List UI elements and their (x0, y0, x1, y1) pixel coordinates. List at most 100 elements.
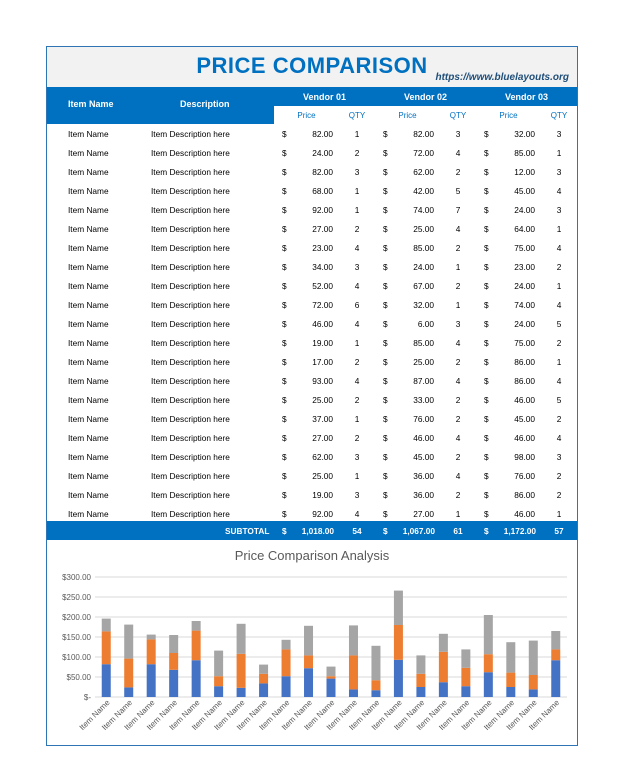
item-name-cell[interactable]: Item Name (47, 200, 137, 219)
v3-qty-cell[interactable]: 4 (541, 238, 577, 257)
v3-qty-cell[interactable]: 2 (541, 333, 577, 352)
v3-qty-cell[interactable]: 4 (541, 181, 577, 200)
item-name-cell[interactable]: Item Name (47, 447, 137, 466)
v1-qty-cell[interactable]: 1 (339, 181, 375, 200)
v3-qty-cell[interactable]: 1 (541, 219, 577, 238)
item-name-cell[interactable]: Item Name (47, 466, 137, 485)
item-description-cell[interactable]: Item Description here (137, 219, 274, 238)
v1-price-cell[interactable]: 82.00 (294, 162, 339, 181)
v3-currency-cell[interactable]: $ (476, 162, 496, 181)
v1-currency-cell[interactable]: $ (274, 295, 294, 314)
v1-price-cell[interactable]: 93.00 (294, 371, 339, 390)
v2-price-cell[interactable]: 24.00 (395, 257, 440, 276)
v1-currency-cell[interactable]: $ (274, 181, 294, 200)
v1-price-cell[interactable]: 27.00 (294, 428, 339, 447)
v1-price-cell[interactable]: 19.00 (294, 333, 339, 352)
v3-qty-cell[interactable]: 2 (541, 409, 577, 428)
v2-qty-cell[interactable]: 2 (440, 390, 476, 409)
v2-qty-cell[interactable]: 4 (440, 428, 476, 447)
item-name-cell[interactable]: Item Name (47, 124, 137, 143)
v3-currency-cell[interactable]: $ (476, 295, 496, 314)
v1-qty-cell[interactable]: 4 (339, 276, 375, 295)
v1-price-cell[interactable]: 72.00 (294, 295, 339, 314)
v3-currency-cell[interactable]: $ (476, 124, 496, 143)
v3-currency-cell[interactable]: $ (476, 219, 496, 238)
v3-qty-cell[interactable]: 3 (541, 124, 577, 143)
v2-qty-cell[interactable]: 3 (440, 314, 476, 333)
v1-price-cell[interactable]: 25.00 (294, 390, 339, 409)
v1-price-cell[interactable]: 19.00 (294, 485, 339, 504)
item-description-cell[interactable]: Item Description here (137, 124, 274, 143)
v2-qty-cell[interactable]: 4 (440, 219, 476, 238)
v3-price-cell[interactable]: 24.00 (496, 314, 541, 333)
v3-price-cell[interactable]: 75.00 (496, 333, 541, 352)
v3-qty-cell[interactable]: 3 (541, 200, 577, 219)
item-description-cell[interactable]: Item Description here (137, 447, 274, 466)
v1-price-cell[interactable]: 37.00 (294, 409, 339, 428)
item-name-cell[interactable]: Item Name (47, 428, 137, 447)
item-name-cell[interactable]: Item Name (47, 295, 137, 314)
v1-currency-cell[interactable]: $ (274, 466, 294, 485)
v1-qty-cell[interactable]: 2 (339, 143, 375, 162)
v1-currency-cell[interactable]: $ (274, 143, 294, 162)
item-name-cell[interactable]: Item Name (47, 390, 137, 409)
v2-qty-cell[interactable]: 1 (440, 257, 476, 276)
v1-qty-cell[interactable]: 2 (339, 390, 375, 409)
v1-qty-cell[interactable]: 2 (339, 428, 375, 447)
item-name-cell[interactable]: Item Name (47, 333, 137, 352)
v2-price-cell[interactable]: 85.00 (395, 333, 440, 352)
v3-price-cell[interactable]: 32.00 (496, 124, 541, 143)
v1-price-cell[interactable]: 82.00 (294, 124, 339, 143)
v2-price-cell[interactable]: 33.00 (395, 390, 440, 409)
item-name-cell[interactable]: Item Name (47, 143, 137, 162)
item-description-cell[interactable]: Item Description here (137, 485, 274, 504)
v1-qty-cell[interactable]: 1 (339, 200, 375, 219)
v3-currency-cell[interactable]: $ (476, 428, 496, 447)
v3-price-cell[interactable]: 98.00 (496, 447, 541, 466)
v1-qty-cell[interactable]: 3 (339, 485, 375, 504)
v3-qty-cell[interactable]: 5 (541, 390, 577, 409)
v3-qty-cell[interactable]: 2 (541, 257, 577, 276)
v1-qty-cell[interactable]: 1 (339, 409, 375, 428)
v2-currency-cell[interactable]: $ (375, 447, 395, 466)
v2-price-cell[interactable]: 6.00 (395, 314, 440, 333)
v3-qty-cell[interactable]: 3 (541, 447, 577, 466)
item-description-cell[interactable]: Item Description here (137, 314, 274, 333)
v3-price-cell[interactable]: 45.00 (496, 409, 541, 428)
v2-qty-cell[interactable]: 2 (440, 447, 476, 466)
v3-price-cell[interactable]: 46.00 (496, 428, 541, 447)
v1-currency-cell[interactable]: $ (274, 200, 294, 219)
website-url[interactable]: https://www.bluelayouts.org (435, 72, 569, 83)
v1-price-cell[interactable]: 17.00 (294, 352, 339, 371)
v2-price-cell[interactable]: 36.00 (395, 485, 440, 504)
v2-currency-cell[interactable]: $ (375, 314, 395, 333)
v3-price-cell[interactable]: 64.00 (496, 219, 541, 238)
v2-price-cell[interactable]: 42.00 (395, 181, 440, 200)
v1-price-cell[interactable]: 62.00 (294, 447, 339, 466)
v2-currency-cell[interactable]: $ (375, 276, 395, 295)
v3-price-cell[interactable]: 86.00 (496, 352, 541, 371)
v2-qty-cell[interactable]: 7 (440, 200, 476, 219)
item-description-cell[interactable]: Item Description here (137, 466, 274, 485)
v3-qty-cell[interactable]: 1 (541, 352, 577, 371)
v1-currency-cell[interactable]: $ (274, 162, 294, 181)
v1-price-cell[interactable]: 92.00 (294, 200, 339, 219)
v2-price-cell[interactable]: 46.00 (395, 428, 440, 447)
v1-currency-cell[interactable]: $ (274, 124, 294, 143)
v1-qty-cell[interactable]: 3 (339, 257, 375, 276)
v1-currency-cell[interactable]: $ (274, 485, 294, 504)
v3-price-cell[interactable]: 45.00 (496, 181, 541, 200)
v3-price-cell[interactable]: 23.00 (496, 257, 541, 276)
v1-price-cell[interactable]: 27.00 (294, 219, 339, 238)
v2-currency-cell[interactable]: $ (375, 409, 395, 428)
v1-currency-cell[interactable]: $ (274, 371, 294, 390)
v2-qty-cell[interactable]: 4 (440, 333, 476, 352)
v2-qty-cell[interactable]: 1 (440, 295, 476, 314)
item-description-cell[interactable]: Item Description here (137, 295, 274, 314)
v1-currency-cell[interactable]: $ (274, 390, 294, 409)
item-description-cell[interactable]: Item Description here (137, 333, 274, 352)
v2-currency-cell[interactable]: $ (375, 428, 395, 447)
v3-price-cell[interactable]: 85.00 (496, 143, 541, 162)
v3-currency-cell[interactable]: $ (476, 390, 496, 409)
item-description-cell[interactable]: Item Description here (137, 352, 274, 371)
